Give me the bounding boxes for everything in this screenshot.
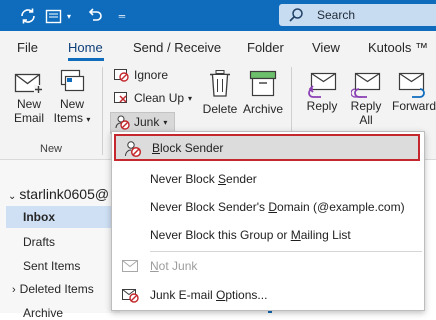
search-placeholder: Search <box>317 8 356 22</box>
chevron-down-icon: ▾ <box>86 115 91 124</box>
new-items-icon <box>60 69 85 92</box>
junk-person-icon <box>115 115 130 130</box>
forward-label: Forward <box>392 99 436 113</box>
tab-home[interactable]: Home <box>68 40 103 55</box>
new-items-label-1: New <box>59 97 84 111</box>
new-items-label-2: Items ▾ <box>53 111 91 125</box>
new-email-label-1: New <box>16 97 41 111</box>
chevron-down-icon: ▾ <box>188 93 193 103</box>
ribbon-tabs: File Home Send / Receive Folder View Kut… <box>0 31 436 61</box>
folder-sent-items[interactable]: Sent Items <box>23 259 80 273</box>
folder-archive[interactable]: Archive <box>23 306 63 320</box>
menu-item-label: Block Sender <box>152 141 224 155</box>
new-email-label-2: Email <box>13 111 44 125</box>
junk-label: Junk <box>134 115 160 129</box>
trash-icon <box>210 70 230 97</box>
chevron-down-icon[interactable]: ▾ <box>64 6 74 26</box>
folder-deleted-items[interactable]: › Deleted Items <box>12 282 94 296</box>
menu-item-label: Never Block Sender <box>150 172 257 186</box>
chevron-right-icon: › <box>12 284 16 296</box>
folder-pane: ⌄ starlink0605@ Inbox Drafts Sent Items ›… <box>0 160 120 320</box>
reply-all-label-2: All <box>359 113 373 127</box>
forward-icon <box>398 72 425 98</box>
menu-item-label: Not Junk <box>150 259 198 273</box>
archive-label: Archive <box>242 102 283 116</box>
tab-send-receive[interactable]: Send / Receive <box>133 40 221 55</box>
menu-item-label: Never Block Sender's Domain (@example.co… <box>150 200 405 214</box>
tab-view[interactable]: View <box>312 40 340 55</box>
account-header[interactable]: ⌄ starlink0605@ <box>8 186 109 202</box>
envelope-icon <box>14 73 43 94</box>
reply-button[interactable]: Reply <box>304 71 340 113</box>
clean-up-icon <box>114 92 127 103</box>
block-sender-icon <box>124 140 142 158</box>
menu-item-never-block-group[interactable]: Never Block this Group or Mailing List <box>112 221 424 249</box>
archive-icon <box>249 70 277 97</box>
tab-folder[interactable]: Folder <box>247 40 284 55</box>
search-icon <box>288 7 304 28</box>
menu-item-label: Junk E-mail Options... <box>150 288 268 302</box>
undo-icon[interactable] <box>86 6 104 26</box>
chevron-down-icon: ▾ <box>163 117 168 127</box>
new-items-button[interactable]: New Items ▾ <box>52 69 92 127</box>
clean-up-button[interactable]: Clean Up ▾ <box>113 91 192 105</box>
group-label-new: New <box>40 143 63 155</box>
menu-item-label: Never Block this Group or Mailing List <box>150 228 351 242</box>
tab-file[interactable]: File <box>17 40 38 55</box>
customize-toolbar-icon[interactable]: ═ <box>116 6 128 26</box>
menu-item-junk-options[interactable]: Junk E-mail Options... <box>112 281 424 309</box>
junk-options-icon <box>121 287 139 303</box>
clean-up-label: Clean Up <box>134 91 185 105</box>
sync-icon[interactable] <box>18 6 38 26</box>
menu-item-block-sender[interactable]: Block Sender <box>114 134 420 161</box>
junk-dropdown-menu: Block Sender Never Block Sender Never Bl… <box>111 131 425 311</box>
folder-inbox[interactable]: Inbox <box>6 206 120 228</box>
menu-item-never-block-domain[interactable]: Never Block Sender's Domain (@example.co… <box>112 193 424 221</box>
not-junk-icon <box>121 258 139 274</box>
reply-all-label-1: Reply <box>350 99 382 113</box>
tab-kutools[interactable]: Kutools ™ <box>368 40 428 55</box>
new-email-button[interactable]: New Email <box>10 71 48 125</box>
ignore-label: Ignore <box>134 68 169 82</box>
ignore-button[interactable]: Ignore <box>113 68 168 82</box>
title-bar: ▾ ═ Search <box>0 0 436 31</box>
menu-item-never-block-sender[interactable]: Never Block Sender <box>112 165 424 193</box>
reply-icon <box>308 72 337 98</box>
reply-all-icon <box>351 72 381 98</box>
quick-steps-icon[interactable] <box>44 6 62 26</box>
folder-drafts[interactable]: Drafts <box>23 235 55 249</box>
chevron-down-icon: ⌄ <box>8 191 17 202</box>
reply-all-button[interactable]: Reply All <box>346 71 386 127</box>
delete-button[interactable]: Delete <box>202 69 238 116</box>
forward-button[interactable]: Forward <box>392 71 436 113</box>
archive-button[interactable]: Archive <box>241 69 285 116</box>
ignore-icon <box>114 69 129 82</box>
junk-button[interactable]: Junk ▾ <box>114 114 167 130</box>
delete-label: Delete <box>202 102 238 116</box>
reply-label: Reply <box>306 99 338 113</box>
menu-item-not-junk[interactable]: Not Junk <box>112 252 424 280</box>
group-divider <box>102 67 103 155</box>
search-box[interactable]: Search <box>279 4 436 26</box>
